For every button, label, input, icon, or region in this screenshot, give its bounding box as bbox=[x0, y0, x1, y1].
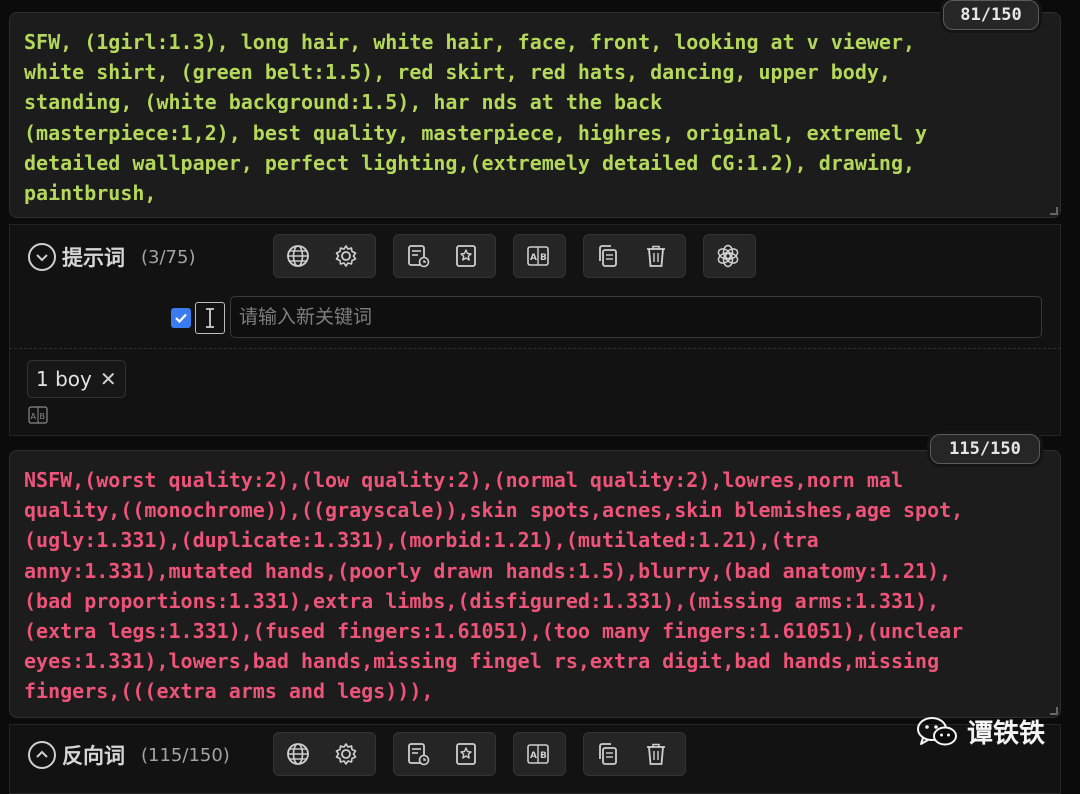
negative-tools-group-3: AB bbox=[513, 732, 566, 776]
gear-icon[interactable] bbox=[322, 235, 370, 277]
new-keyword-input[interactable] bbox=[230, 296, 1042, 338]
resize-handle[interactable] bbox=[1050, 707, 1058, 715]
wechat-watermark: 谭铁铁 bbox=[915, 713, 1045, 750]
bookmark-star-icon[interactable] bbox=[442, 733, 490, 775]
positive-section-count: (3/75) bbox=[141, 246, 196, 268]
positive-token-counter: 81/150 bbox=[943, 0, 1039, 30]
negative-tools-group-2 bbox=[393, 732, 496, 776]
svg-text:B: B bbox=[540, 253, 547, 263]
translate-small-icon[interactable]: AB bbox=[28, 406, 48, 428]
svg-text:A: A bbox=[530, 253, 537, 263]
positive-tools-group-2 bbox=[393, 234, 496, 278]
openai-icon[interactable] bbox=[704, 235, 752, 277]
globe-icon[interactable] bbox=[274, 235, 322, 277]
keyword-tag[interactable]: 1 boy ✕ bbox=[27, 360, 126, 398]
gear-icon[interactable] bbox=[322, 733, 370, 775]
negative-prompt-text[interactable]: NSFW,(worst quality:2),(low quality:2),(… bbox=[10, 451, 1060, 707]
watermark-text: 谭铁铁 bbox=[967, 719, 1046, 749]
negative-section-header[interactable]: 反向词 (115/150) bbox=[28, 740, 230, 770]
positive-tools-group-4 bbox=[583, 234, 686, 278]
wechat-icon bbox=[917, 716, 957, 745]
copy-icon[interactable] bbox=[584, 235, 632, 277]
negative-section-count: (115/150) bbox=[141, 744, 230, 766]
positive-prompt-text[interactable]: SFW, (1girl:1.3), long hair, white hair,… bbox=[10, 13, 1060, 208]
keyword-tag-label: 1 boy bbox=[36, 367, 92, 391]
divider bbox=[9, 348, 1061, 349]
svg-text:A: A bbox=[31, 412, 37, 421]
positive-section-header[interactable]: 提示词 (3/75) bbox=[28, 242, 195, 272]
text-cursor-toggle[interactable] bbox=[195, 302, 225, 334]
enable-checkbox[interactable] bbox=[171, 308, 191, 328]
trash-icon[interactable] bbox=[632, 235, 680, 277]
positive-section-label: 提示词 bbox=[62, 246, 125, 270]
svg-text:B: B bbox=[540, 751, 547, 761]
translate-icon[interactable]: AB bbox=[514, 733, 562, 775]
positive-prompt-box[interactable]: SFW, (1girl:1.3), long hair, white hair,… bbox=[9, 12, 1061, 218]
bookmark-star-icon[interactable] bbox=[442, 235, 490, 277]
collapse-chevron-icon[interactable] bbox=[28, 243, 56, 271]
remove-tag-icon[interactable]: ✕ bbox=[100, 367, 117, 391]
svg-text:B: B bbox=[40, 412, 46, 421]
globe-icon[interactable] bbox=[274, 733, 322, 775]
expand-chevron-icon[interactable] bbox=[28, 741, 56, 769]
text-cursor-icon bbox=[206, 308, 214, 328]
negative-token-counter: 115/150 bbox=[930, 434, 1040, 464]
negative-section-label: 反向词 bbox=[62, 744, 125, 768]
negative-prompt-box[interactable]: NSFW,(worst quality:2),(low quality:2),(… bbox=[9, 450, 1061, 718]
positive-tools-group-5 bbox=[703, 234, 756, 278]
copy-icon[interactable] bbox=[584, 733, 632, 775]
svg-text:A: A bbox=[530, 751, 537, 761]
history-list-icon[interactable] bbox=[394, 235, 442, 277]
positive-tools-group-1 bbox=[273, 234, 376, 278]
history-list-icon[interactable] bbox=[394, 733, 442, 775]
negative-tools-group-4 bbox=[583, 732, 686, 776]
translate-icon[interactable]: AB bbox=[514, 235, 562, 277]
positive-tools-group-3: AB bbox=[513, 234, 566, 278]
trash-icon[interactable] bbox=[632, 733, 680, 775]
resize-handle[interactable] bbox=[1050, 207, 1058, 215]
negative-tools-group-1 bbox=[273, 732, 376, 776]
